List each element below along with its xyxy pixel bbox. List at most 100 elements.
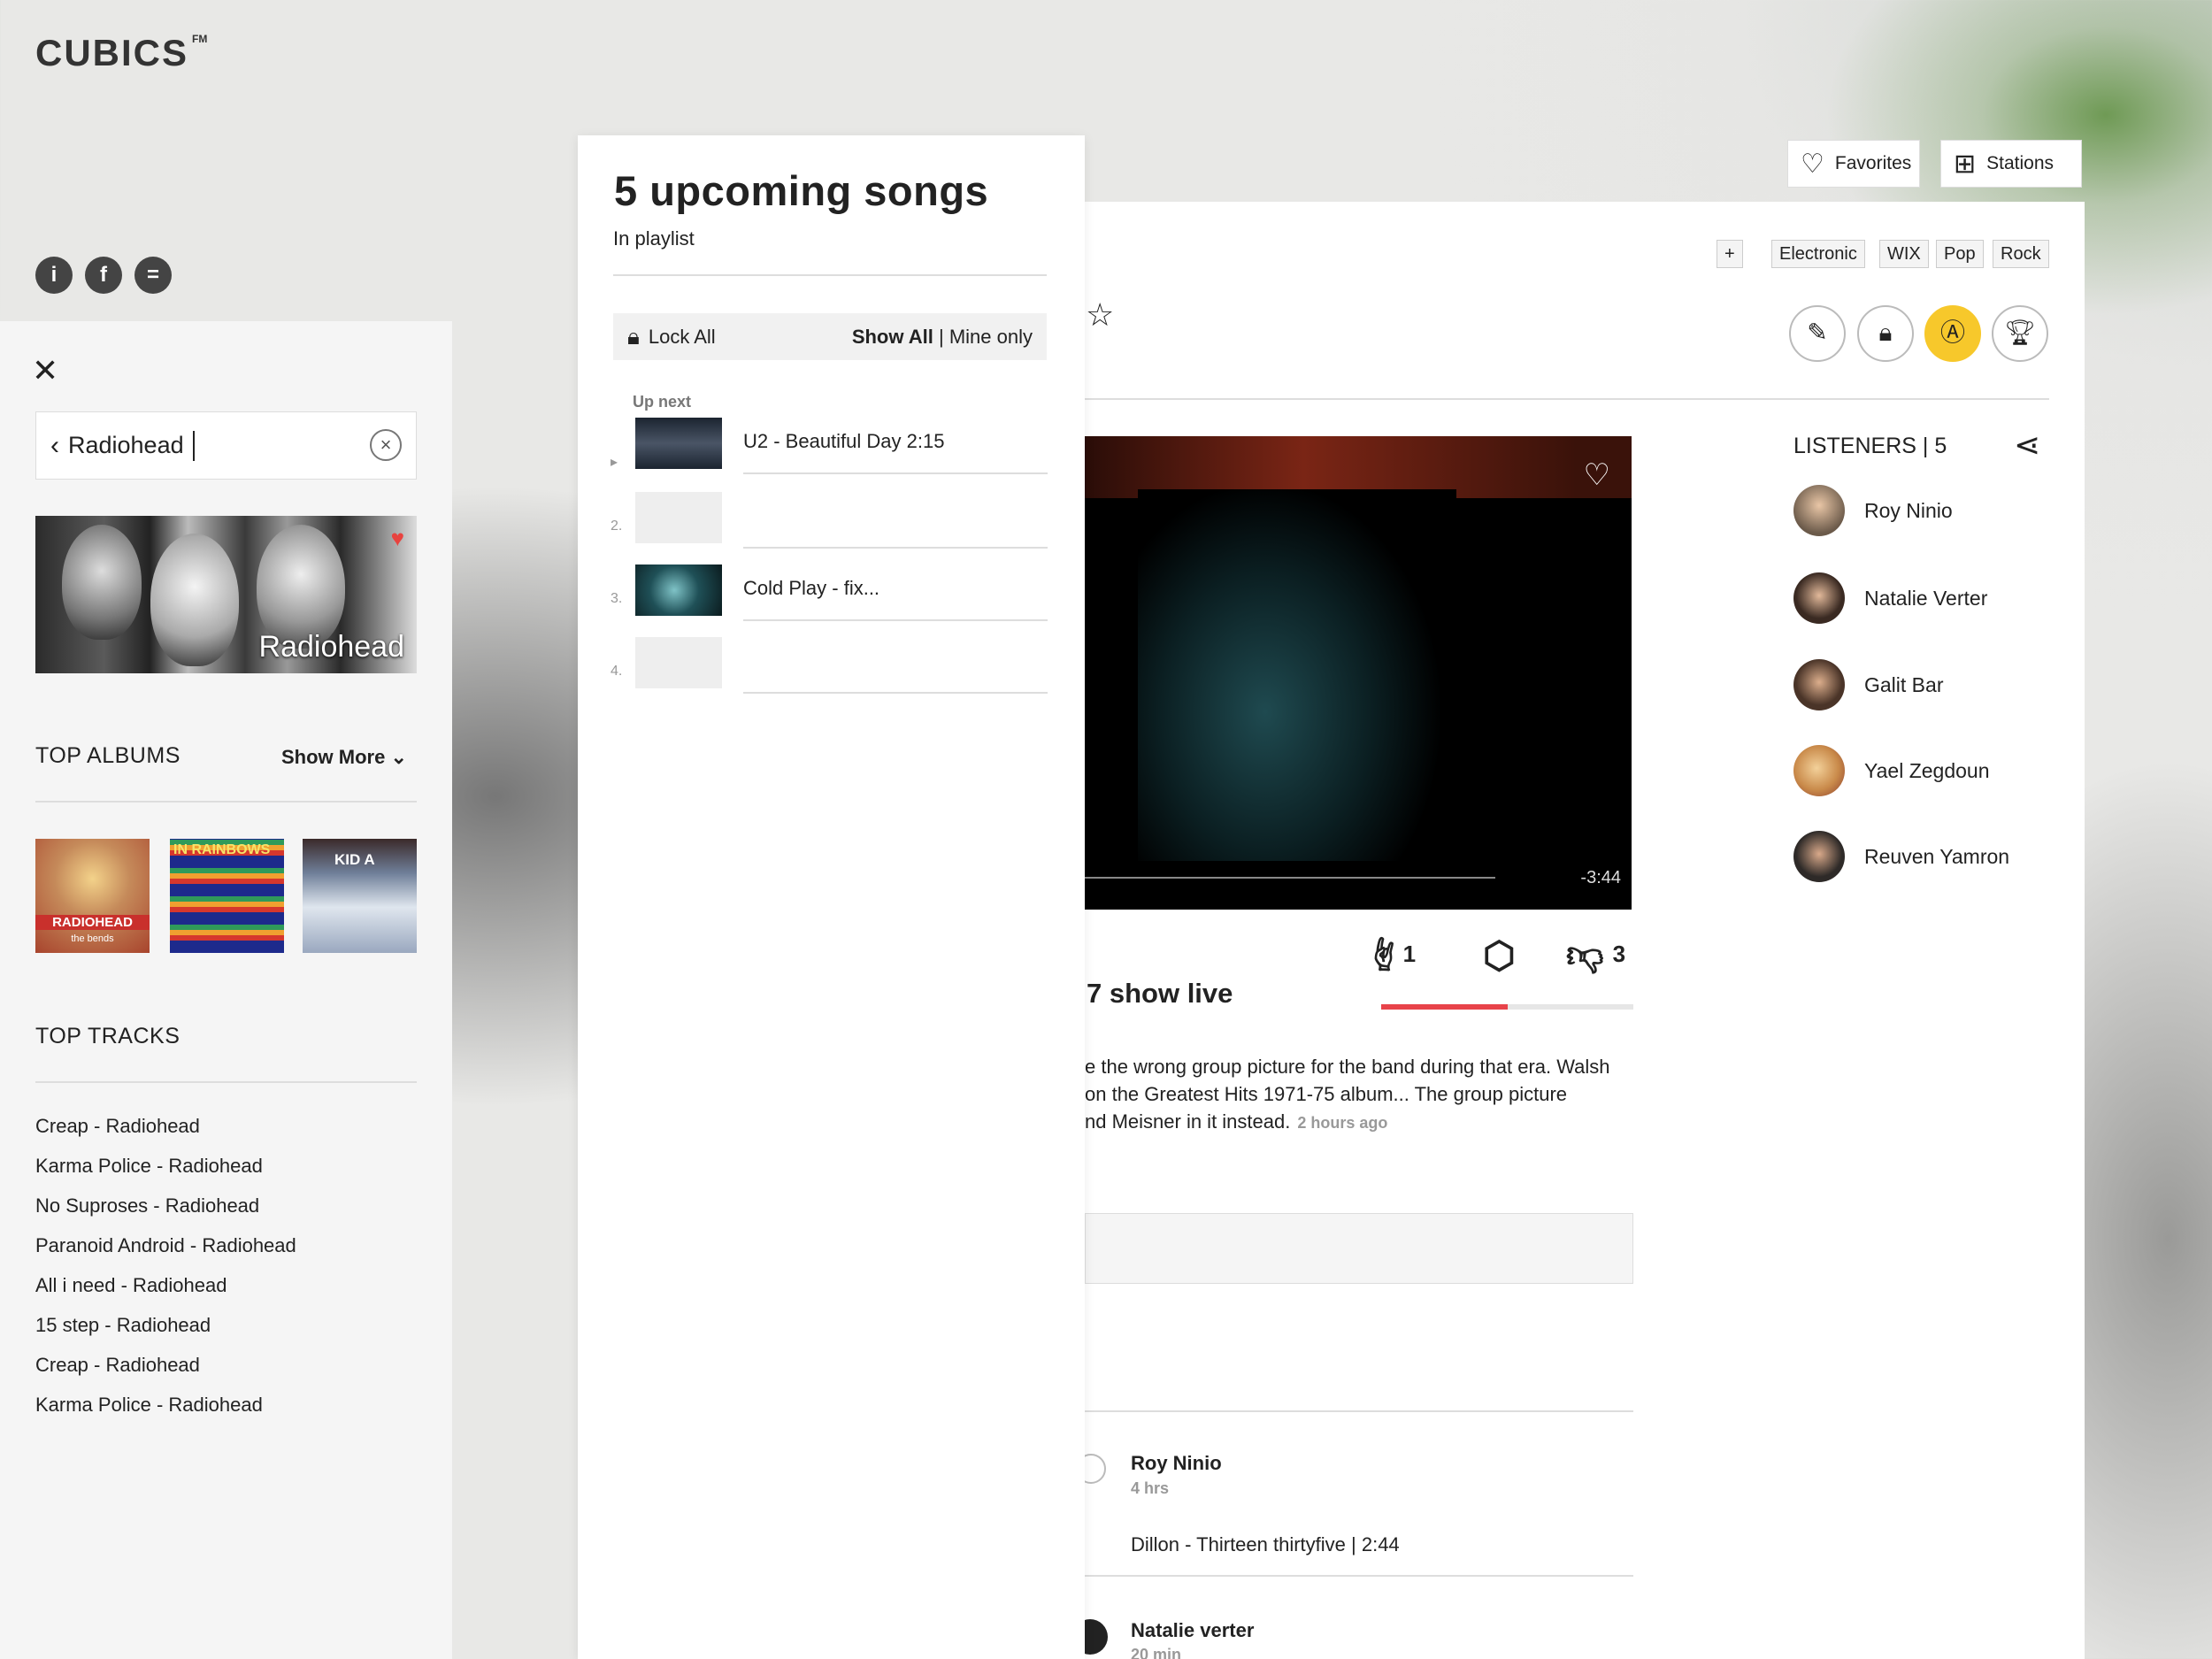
album-cover[interactable]: IN RAINBOWS xyxy=(170,839,284,953)
chat-icon[interactable]: = xyxy=(134,257,172,294)
comment-input[interactable] xyxy=(1085,1213,1633,1284)
divider xyxy=(1085,1410,1633,1412)
playlist-subtitle: In playlist xyxy=(613,227,695,250)
album-subtitle: the bends xyxy=(71,933,114,944)
chevron-down-icon: ⌄ xyxy=(390,746,407,768)
track-item[interactable]: No Suproses - Radiohead xyxy=(35,1191,296,1231)
add-tag-button[interactable]: + xyxy=(1717,240,1743,268)
track-item[interactable]: 15 step - Radiohead xyxy=(35,1310,296,1350)
time-ago: 2 hours ago xyxy=(1297,1114,1388,1132)
album-cover[interactable]: RADIOHEAD the bends xyxy=(35,839,150,953)
track-item[interactable]: Karma Police - Radiohead xyxy=(35,1151,296,1191)
auto-dj-icon[interactable]: Ⓐ xyxy=(1924,305,1981,362)
vote-progress-bar xyxy=(1381,1004,1633,1010)
share-icon[interactable]: ⋖ xyxy=(2014,426,2040,464)
playlist-row[interactable]: 4. xyxy=(611,637,1048,694)
track-item[interactable]: All i need - Radiohead xyxy=(35,1271,296,1310)
listener-item[interactable]: Natalie Verter xyxy=(1793,572,1987,625)
grid-icon: ⊞ xyxy=(1954,149,1977,179)
song-thumbnail-placeholder xyxy=(635,637,722,688)
comment-author[interactable]: Natalie verter xyxy=(1131,1619,1254,1642)
lock-all-button[interactable]: Lock All xyxy=(649,326,716,349)
lock-icon[interactable]: 🔒︎ xyxy=(1857,305,1914,362)
track-item[interactable]: Paranoid Android - Radiohead xyxy=(35,1231,296,1271)
listener-item[interactable]: Yael Zegdoun xyxy=(1793,744,1990,797)
show-all-button[interactable]: Show All xyxy=(852,326,933,348)
album-title: KID A xyxy=(334,851,375,868)
dislike-button[interactable]: 👎︎ 3 xyxy=(1566,933,1625,978)
comment-author[interactable]: Roy Ninio xyxy=(1131,1452,1222,1475)
info-icon[interactable]: i xyxy=(35,257,73,294)
avatar xyxy=(1793,659,1845,710)
track-item[interactable]: Karma Police - Radiohead xyxy=(35,1390,296,1430)
trophy-icon[interactable]: 🏆︎ xyxy=(1992,305,2048,362)
track-item[interactable]: Creap - Radiohead xyxy=(35,1111,296,1151)
album-title: IN RAINBOWS xyxy=(173,842,271,857)
artist-search-input[interactable]: ‹ Radiohead × xyxy=(35,411,417,480)
video-progress-track[interactable] xyxy=(1085,877,1495,879)
row-divider xyxy=(743,619,1048,621)
avatar xyxy=(1793,485,1845,536)
artist-photo-face xyxy=(150,534,239,666)
playlist-panel xyxy=(578,135,1085,1659)
show-more-button[interactable]: Show More ⌄ xyxy=(281,746,407,769)
artist-card[interactable]: ♥ Radiohead xyxy=(35,516,417,673)
stations-button[interactable]: ⊞ Stations xyxy=(1940,140,2082,188)
playlist-title: 5 upcoming songs xyxy=(614,167,989,214)
comment-song: Dillon - Thirteen thirtyfive | 2:44 xyxy=(1131,1533,1400,1555)
favorites-button[interactable]: ♡ Favorites xyxy=(1787,140,1920,188)
avatar xyxy=(1793,572,1845,624)
search-value: Radiohead xyxy=(68,432,184,458)
tag-pop[interactable]: Pop xyxy=(1936,240,1984,268)
clear-search-icon[interactable]: × xyxy=(370,429,402,461)
app-logo[interactable]: CUBICS FM xyxy=(35,32,207,74)
song-title: 7 show live xyxy=(1087,978,1233,1009)
rock-reaction-button[interactable]: 🤘︎ 1 xyxy=(1374,933,1416,978)
playlist-row[interactable]: 3. Cold Play - fix... xyxy=(611,565,1048,621)
video-frame xyxy=(1138,489,1456,861)
comment-time: 4 hrs xyxy=(1131,1479,1170,1497)
vote-progress-fill xyxy=(1381,1004,1508,1010)
tag-wix[interactable]: WIX xyxy=(1879,240,1929,268)
artist-photo-face xyxy=(62,525,142,640)
song-label: Cold Play - fix... xyxy=(743,577,880,599)
star-icon[interactable]: ☆ xyxy=(1086,296,1114,334)
row-number: 2. xyxy=(611,518,623,534)
song-thumbnail xyxy=(635,565,722,616)
close-icon[interactable]: ✕ xyxy=(32,352,58,389)
top-albums-heading: TOP ALBUMS xyxy=(35,743,180,768)
neutral-face-icon: ⬡ xyxy=(1483,934,1516,976)
song-thumbnail xyxy=(635,418,722,469)
song-description: e the wrong group picture for the band d… xyxy=(1085,1056,1610,1133)
row-divider xyxy=(743,472,1048,474)
playlist-toolbar: 🔒︎ Lock All Show All | Mine only xyxy=(613,313,1047,360)
thumbs-down-icon: 👎︎ xyxy=(1566,933,1604,975)
text-cursor xyxy=(192,430,195,461)
neutral-reaction-button[interactable]: ⬡ xyxy=(1483,933,1525,977)
up-next-label: Up next xyxy=(633,393,692,411)
listener-item[interactable]: Roy Ninio xyxy=(1793,484,1953,537)
back-chevron-icon[interactable]: ‹ xyxy=(50,431,59,461)
divider xyxy=(35,801,417,803)
row-divider xyxy=(743,692,1048,694)
favorite-heart-icon[interactable]: ♥ xyxy=(391,525,404,552)
tag-rock[interactable]: Rock xyxy=(1993,240,2049,268)
avatar xyxy=(1793,831,1845,882)
playlist-row[interactable]: 2. xyxy=(611,492,1048,549)
video-heart-icon[interactable]: ♡ xyxy=(1584,457,1610,493)
artist-name: Radiohead xyxy=(258,630,404,664)
track-item[interactable]: Creap - Radiohead xyxy=(35,1350,296,1390)
divider xyxy=(613,274,1047,276)
edit-pencil-icon[interactable]: ✎ xyxy=(1789,305,1846,362)
row-divider xyxy=(743,547,1048,549)
avatar xyxy=(1793,745,1845,796)
listener-item[interactable]: Reuven Yamron xyxy=(1793,830,2009,883)
playlist-row[interactable]: ▸ U2 - Beautiful Day 2:15 xyxy=(611,418,1048,474)
facebook-icon[interactable]: f xyxy=(85,257,122,294)
listener-item[interactable]: Galit Bar xyxy=(1793,658,1943,711)
video-player[interactable]: ♡ -3:44 xyxy=(1085,436,1632,910)
mine-only-button[interactable]: Mine only xyxy=(949,326,1033,348)
album-cover[interactable]: KID A xyxy=(303,839,417,953)
tag-electronic[interactable]: Electronic xyxy=(1771,240,1865,268)
album-title: RADIOHEAD xyxy=(35,915,150,930)
